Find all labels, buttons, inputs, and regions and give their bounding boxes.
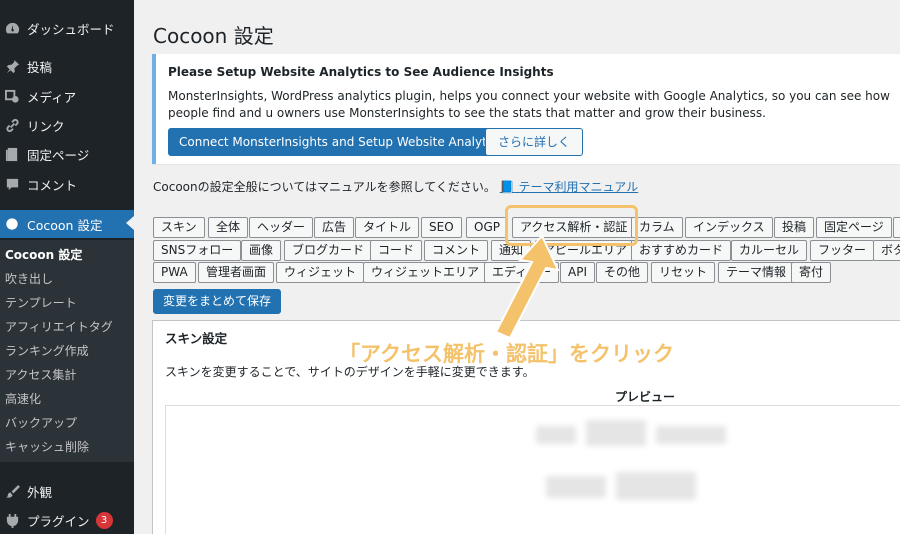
tab-header[interactable]: ヘッダー bbox=[249, 217, 314, 238]
submenu-item-backup[interactable]: バックアップ bbox=[5, 413, 77, 433]
annotation-arrow-icon bbox=[494, 234, 560, 340]
tab-footer[interactable]: フッター bbox=[810, 240, 875, 261]
main-content: Cocoon 設定 Please Setup Website Analytics… bbox=[134, 0, 900, 534]
link-icon bbox=[4, 117, 20, 133]
tab-column[interactable]: カラム bbox=[631, 217, 683, 238]
submenu-item-cocoon-settings[interactable]: Cocoon 設定 bbox=[5, 245, 82, 265]
comment-icon bbox=[4, 176, 20, 192]
tab-general[interactable]: 全体 bbox=[208, 217, 249, 238]
tab-api[interactable]: API bbox=[560, 262, 595, 283]
menu-item-links[interactable]: リンク bbox=[0, 112, 134, 138]
menu-label: コメント bbox=[27, 177, 78, 193]
tab-carousel[interactable]: カルーセル bbox=[731, 240, 808, 261]
tab-seo[interactable]: SEO bbox=[421, 217, 462, 238]
tab-reset[interactable]: リセット bbox=[651, 262, 716, 283]
tab-skin[interactable]: スキン bbox=[153, 217, 205, 238]
blurred-preview-block bbox=[616, 472, 696, 500]
menu-item-dashboard[interactable]: ダッシュボード bbox=[0, 15, 134, 41]
skin-preview bbox=[165, 405, 900, 534]
tab-comment[interactable]: コメント bbox=[424, 240, 489, 261]
preview-label: プレビュー bbox=[615, 390, 676, 404]
blurred-preview-block bbox=[536, 426, 576, 444]
tab-code[interactable]: コード bbox=[370, 240, 423, 261]
tab-blog-card[interactable]: ブログカード bbox=[284, 240, 373, 261]
tab-widget[interactable]: ウィジェット bbox=[276, 262, 365, 283]
media-icon bbox=[4, 88, 20, 104]
learn-more-button[interactable]: さらに詳しく bbox=[485, 128, 584, 156]
tab-pwa[interactable]: PWA bbox=[153, 262, 196, 283]
tab-theme-info[interactable]: テーマ情報 bbox=[718, 262, 795, 283]
cocoon-submenu: Cocoon 設定 吹き出し テンプレート アフィリエイトタグ ランキング作成 … bbox=[0, 240, 134, 462]
submenu-item-template[interactable]: テンプレート bbox=[5, 293, 77, 313]
tab-recommended-cards[interactable]: おすすめカード bbox=[631, 240, 732, 261]
tab-button[interactable]: ボタン bbox=[873, 240, 900, 261]
tab-image[interactable]: 画像 bbox=[241, 240, 282, 261]
menu-label: 投稿 bbox=[27, 59, 53, 75]
blurred-preview-block bbox=[586, 420, 646, 446]
save-all-button[interactable]: 変更をまとめて保存 bbox=[153, 289, 282, 314]
manual-link-label: テーマ利用マニュアル bbox=[518, 180, 639, 194]
submenu-item-access-stats[interactable]: アクセス集計 bbox=[5, 365, 76, 385]
tab-post[interactable]: 投稿 bbox=[774, 217, 815, 238]
admin-sidebar: ダッシュボード 投稿 メディア リンク 固定ページ コメント Cocoon 設定… bbox=[0, 0, 134, 534]
tab-title[interactable]: タイトル bbox=[355, 217, 420, 238]
menu-item-plugins[interactable]: プラグイン 3 bbox=[0, 507, 134, 533]
update-count-badge: 3 bbox=[95, 511, 113, 529]
cocoon-icon bbox=[4, 216, 20, 232]
page-icon bbox=[4, 146, 20, 162]
submenu-item-balloon[interactable]: 吹き出し bbox=[5, 269, 53, 289]
blurred-preview-block bbox=[546, 476, 606, 498]
manual-text: Cocoonの設定全般についてはマニュアルを参照してください。 bbox=[153, 180, 496, 194]
menu-item-media[interactable]: メディア bbox=[0, 83, 134, 109]
plugin-icon bbox=[4, 512, 20, 528]
panel-title: スキン設定 bbox=[165, 331, 228, 346]
menu-item-cocoon-settings[interactable]: Cocoon 設定 bbox=[0, 210, 134, 238]
menu-label: メディア bbox=[27, 89, 77, 105]
notice-title: Please Setup Website Analytics to See Au… bbox=[168, 65, 554, 79]
tab-admin-screen[interactable]: 管理者画面 bbox=[198, 262, 275, 283]
tab-index[interactable]: インデックス bbox=[685, 217, 773, 238]
submenu-item-affiliate-tag[interactable]: アフィリエイトタグ bbox=[5, 317, 113, 337]
notice-text: MonsterInsights, WordPress analytics plu… bbox=[168, 89, 890, 120]
tab-donation[interactable]: 寄付 bbox=[791, 262, 832, 283]
tab-other[interactable]: その他 bbox=[596, 262, 649, 283]
analytics-notice: Please Setup Website Analytics to See Au… bbox=[152, 54, 900, 164]
menu-label: Cocoon 設定 bbox=[27, 217, 103, 233]
annotation-text: 「アクセス解析・認証」をクリック bbox=[339, 342, 674, 366]
tab-page[interactable]: 固定ページ bbox=[816, 217, 892, 238]
manual-line: Cocoonの設定全般についてはマニュアルを参照してください。 📘 テーマ利用マ… bbox=[153, 178, 638, 195]
submenu-item-cache-clear[interactable]: キャッシュ削除 bbox=[5, 437, 89, 457]
menu-label: 固定ページ bbox=[27, 147, 90, 163]
tab-overflow[interactable] bbox=[893, 217, 900, 238]
menu-item-pages[interactable]: 固定ページ bbox=[0, 141, 134, 167]
tab-sns-follow[interactable]: SNSフォロー bbox=[153, 240, 242, 261]
pushpin-icon bbox=[4, 58, 20, 74]
menu-item-posts[interactable]: 投稿 bbox=[0, 53, 134, 79]
submenu-item-speedup[interactable]: 高速化 bbox=[5, 389, 41, 409]
tab-widget-area[interactable]: ウィジェットエリア bbox=[363, 262, 488, 283]
menu-label: プラグイン bbox=[27, 513, 90, 529]
submenu-item-ranking[interactable]: ランキング作成 bbox=[5, 341, 89, 361]
menu-item-comments[interactable]: コメント bbox=[0, 171, 134, 197]
menu-item-appearance[interactable]: 外観 bbox=[0, 478, 134, 504]
dashboard-icon bbox=[4, 20, 20, 36]
page-title: Cocoon 設定 bbox=[153, 24, 274, 48]
manual-link[interactable]: 📘 テーマ利用マニュアル bbox=[500, 180, 638, 194]
book-icon: 📘 bbox=[499, 180, 515, 194]
menu-label: ダッシュボード bbox=[27, 21, 115, 37]
connect-monsterinsights-button[interactable]: Connect MonsterInsights and Setup Websit… bbox=[168, 128, 515, 156]
tab-ads[interactable]: 広告 bbox=[314, 217, 355, 238]
blurred-preview-block bbox=[656, 426, 726, 444]
menu-label: 外観 bbox=[27, 484, 53, 500]
brush-icon bbox=[4, 483, 20, 499]
menu-label: リンク bbox=[27, 118, 65, 134]
